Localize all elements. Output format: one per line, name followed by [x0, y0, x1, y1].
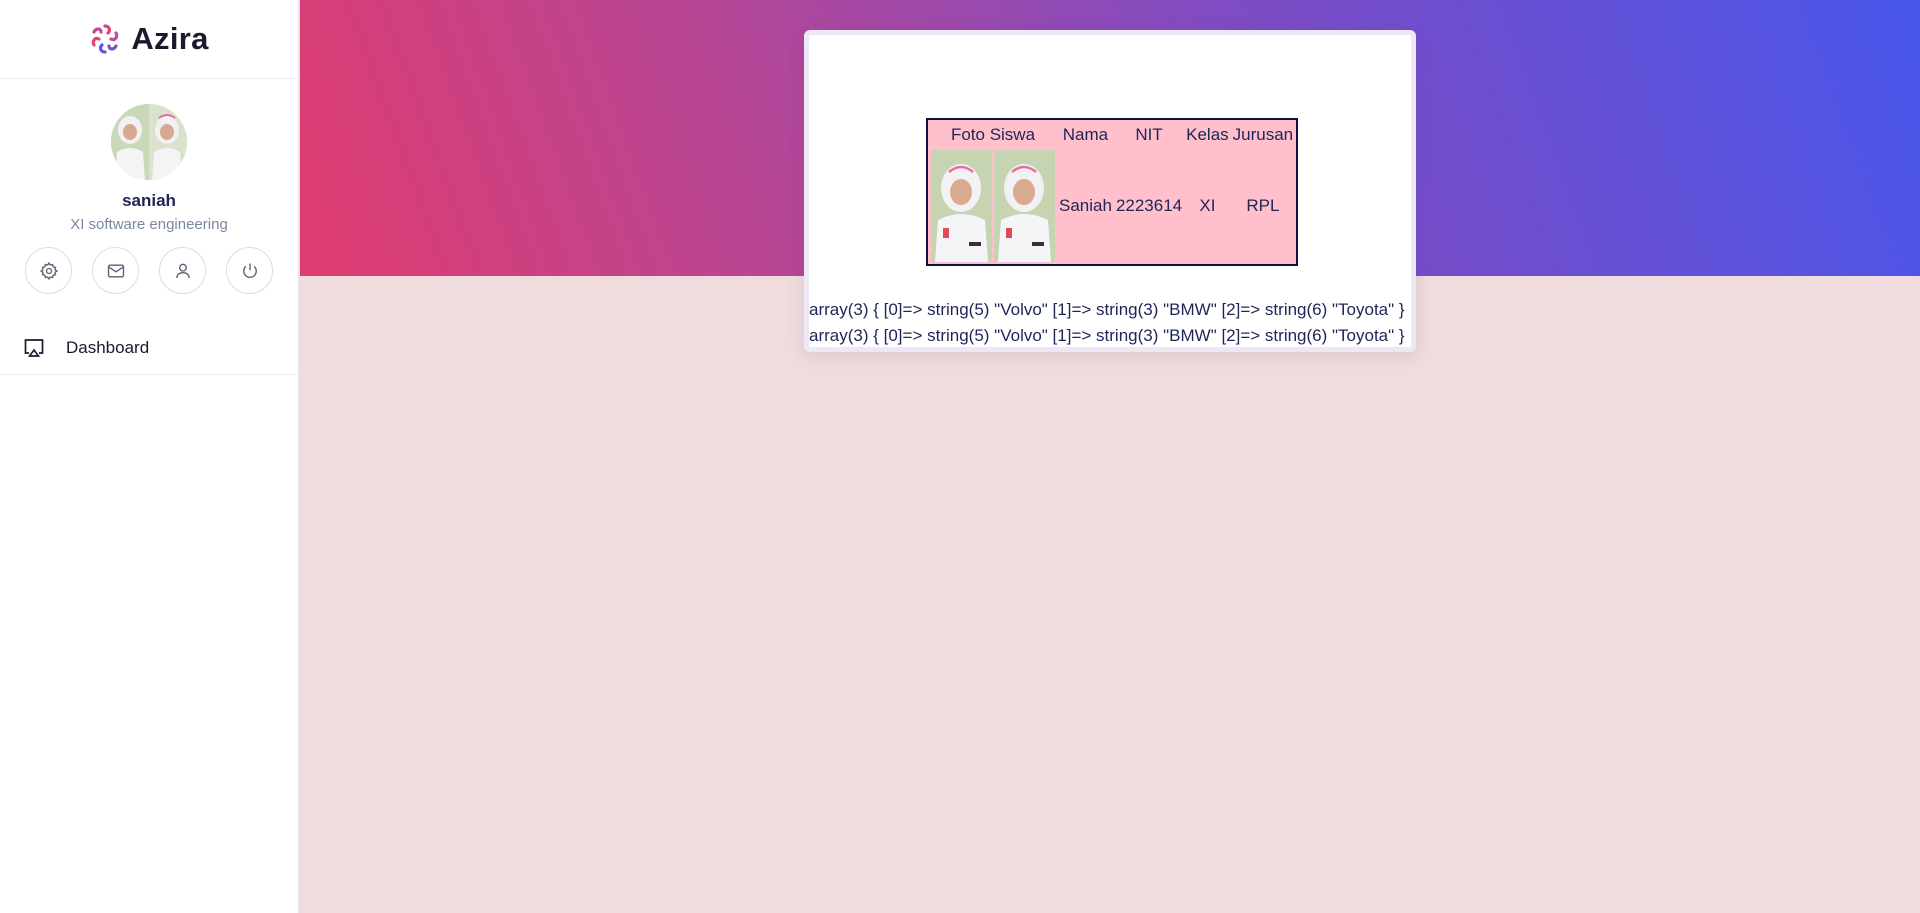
brand[interactable]: Azira [0, 0, 298, 79]
sidebar-item-dashboard[interactable]: Dashboard [0, 322, 298, 374]
power-icon [242, 263, 257, 278]
column-header-foto: Foto Siswa [950, 125, 1036, 144]
student-photo [931, 150, 992, 262]
profile-role: XI software engineering [70, 216, 228, 233]
user-icon [175, 263, 190, 278]
gear-icon [39, 261, 58, 280]
column-header-kelas: Kelas [1186, 125, 1229, 144]
content-card: Foto Siswa Nama NIT Kelas Jurusan Saniah… [804, 30, 1416, 352]
student-jurusan-cell: RPL [1246, 196, 1280, 215]
mail-icon [107, 264, 124, 277]
messages-button[interactable] [92, 247, 139, 294]
monitor-icon [24, 339, 44, 357]
profile-actions [0, 247, 298, 294]
student-kelas-cell: XI [1199, 196, 1216, 215]
profile-button[interactable] [159, 247, 206, 294]
student-photo [994, 150, 1055, 262]
var-dump-output: array(3) { [0]=> string(5) "Volvo" [1]=>… [809, 297, 1421, 349]
avatar-photo [111, 104, 187, 180]
profile-card: saniah XI software engineering [0, 79, 298, 294]
var-dump-line: array(3) { [0]=> string(5) "Volvo" [1]=>… [809, 326, 1405, 345]
avatar[interactable] [111, 104, 187, 180]
settings-button[interactable] [25, 247, 72, 294]
brand-name: Azira [131, 21, 209, 56]
sidebar: Azira saniah XI software engineering Das… [0, 0, 299, 913]
column-header-nit: NIT [1135, 125, 1163, 144]
student-name-cell: Saniah [1059, 196, 1112, 215]
var-dump-line: array(3) { [0]=> string(5) "Volvo" [1]=>… [809, 300, 1405, 319]
student-table: Foto Siswa Nama NIT Kelas Jurusan Saniah… [926, 118, 1299, 266]
sidebar-item-label: Dashboard [66, 338, 150, 357]
table-row: Saniah 2223614 XI RPL [930, 150, 1294, 262]
sidebar-nav: Dashboard [0, 322, 298, 375]
student-photo-cell [930, 150, 1056, 262]
column-header-jurusan: Jurusan [1232, 125, 1294, 144]
column-header-nama: Nama [1062, 125, 1109, 144]
student-nit-cell: 2223614 [1115, 196, 1183, 215]
azira-logo-icon [92, 24, 119, 54]
profile-name: saniah [122, 191, 176, 210]
logout-button[interactable] [226, 247, 273, 294]
table-header-row: Foto Siswa Nama NIT Kelas Jurusan [930, 122, 1294, 148]
